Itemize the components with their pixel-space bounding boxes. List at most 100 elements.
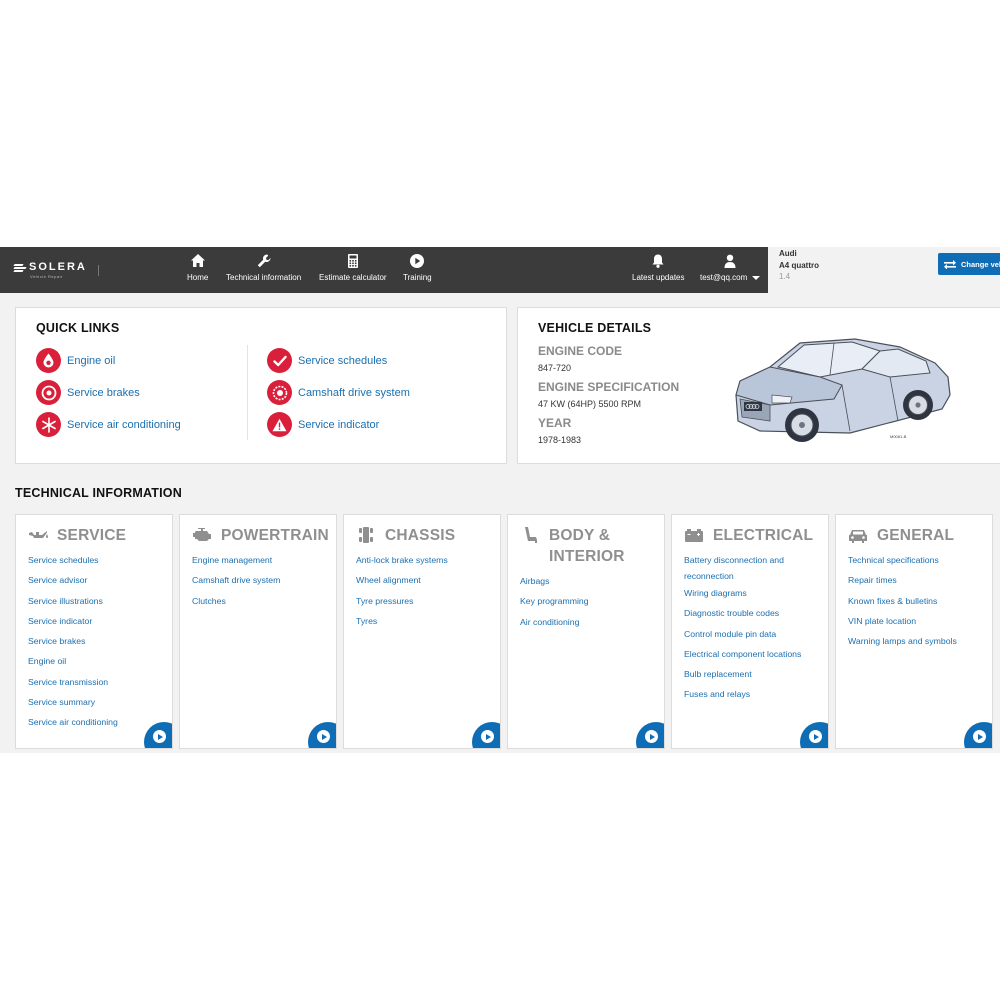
link-air-conditioning[interactable]: Air conditioning xyxy=(520,617,589,627)
change-vehicle-label: Change vel xyxy=(961,259,1000,269)
quick-link-service-brakes[interactable]: Service brakes xyxy=(36,380,140,405)
play-video-button[interactable] xyxy=(800,722,828,748)
latest-updates-button[interactable]: Latest updates xyxy=(632,253,684,282)
year-label: YEAR xyxy=(538,416,572,430)
link-service-advisor[interactable]: Service advisor xyxy=(28,575,118,585)
quick-link-service-air-conditioning[interactable]: Service air conditioning xyxy=(36,412,181,437)
year-value: 1978-1983 xyxy=(538,435,582,445)
link-wheel-alignment[interactable]: Wheel alignment xyxy=(356,575,448,585)
category-card-electrical: ELECTRICAL Battery disconnection and rec… xyxy=(671,514,829,749)
link-fuses-and-relays[interactable]: Fuses and relays xyxy=(684,689,814,699)
link-service-schedules[interactable]: Service schedules xyxy=(28,555,118,565)
technical-information-title: TECHNICAL INFORMATION xyxy=(15,486,182,500)
link-clutches[interactable]: Clutches xyxy=(192,596,280,606)
category-card-chassis: CHASSIS Anti-lock brake systems Wheel al… xyxy=(343,514,501,749)
vehicle-make: Audi xyxy=(779,249,797,258)
link-service-air-conditioning[interactable]: Service air conditioning xyxy=(28,717,118,727)
quick-links-title: QUICK LINKS xyxy=(36,321,120,335)
link-technical-specifications[interactable]: Technical specifications xyxy=(848,555,957,565)
vehicle-details-title: VEHICLE DETAILS xyxy=(538,321,652,335)
link-service-indicator[interactable]: Service indicator xyxy=(28,616,118,626)
bell-icon xyxy=(652,254,664,268)
nav-technical-information-label: Technical information xyxy=(226,273,302,282)
link-service-illustrations[interactable]: Service illustrations xyxy=(28,596,118,606)
link-airbags[interactable]: Airbags xyxy=(520,576,589,586)
link-vin-plate-location[interactable]: VIN plate location xyxy=(848,616,957,626)
nav-training[interactable]: Training xyxy=(403,253,432,282)
nav-home[interactable]: Home xyxy=(187,253,208,282)
link-tyre-pressures[interactable]: Tyre pressures xyxy=(356,596,448,606)
quick-link-camshaft-drive-system[interactable]: Camshaft drive system xyxy=(267,380,410,405)
play-icon xyxy=(410,254,425,268)
category-card-powertrain: POWERTRAIN Engine management Camshaft dr… xyxy=(179,514,337,749)
link-service-transmission[interactable]: Service transmission xyxy=(28,677,118,687)
category-title: POWERTRAIN xyxy=(221,527,329,544)
nav-estimate-calculator[interactable]: Estimate calculator xyxy=(319,253,387,282)
play-icon xyxy=(973,730,986,743)
link-camshaft-drive-system[interactable]: Camshaft drive system xyxy=(192,575,280,585)
category-title: BODY & INTERIOR xyxy=(549,527,625,565)
engine-code-label: ENGINE CODE xyxy=(538,344,623,358)
link-engine-management[interactable]: Engine management xyxy=(192,555,280,565)
vehicle-engine: 1.4 xyxy=(779,272,791,281)
link-repair-times[interactable]: Repair times xyxy=(848,575,957,585)
link-battery-disconnection[interactable]: Battery disconnection and reconnection xyxy=(684,552,814,584)
quick-link-label: Service indicator xyxy=(298,418,380,431)
link-known-fixes-bulletins[interactable]: Known fixes & bulletins xyxy=(848,596,957,606)
battery-icon xyxy=(685,529,703,542)
engine-code-value: 847-720 xyxy=(538,363,572,373)
category-title: GENERAL xyxy=(877,527,955,544)
play-icon xyxy=(317,730,330,743)
link-tyres[interactable]: Tyres xyxy=(356,616,448,626)
nav-estimate-calculator-label: Estimate calculator xyxy=(319,273,387,282)
quick-link-label: Engine oil xyxy=(67,354,116,367)
link-key-programming[interactable]: Key programming xyxy=(520,596,589,606)
quick-link-service-indicator[interactable]: Service indicator xyxy=(267,412,379,437)
link-diagnostic-trouble-codes[interactable]: Diagnostic trouble codes xyxy=(684,608,814,618)
engine-spec-label: ENGINE SPECIFICATION xyxy=(538,380,680,394)
nav-home-label: Home xyxy=(187,273,209,282)
nav-technical-information[interactable]: Technical information xyxy=(226,253,301,282)
brand-subtitle: Vehicle Repair xyxy=(30,274,63,279)
latest-updates-label: Latest updates xyxy=(632,273,685,282)
vehicle-model: A4 quattro xyxy=(779,261,819,270)
link-control-module-pin-data[interactable]: Control module pin data xyxy=(684,629,814,639)
link-warning-lamps-symbols[interactable]: Warning lamps and symbols xyxy=(848,636,957,646)
seat-icon xyxy=(525,527,537,543)
quick-link-service-schedules[interactable]: Service schedules xyxy=(267,348,387,373)
snowflake-icon xyxy=(36,412,61,437)
solera-logo-icon xyxy=(13,263,27,273)
user-email: test@qq.com xyxy=(700,273,748,282)
play-video-button[interactable] xyxy=(144,722,172,748)
wrench-icon xyxy=(257,254,271,268)
brand-name: SOLERA xyxy=(29,261,87,273)
play-icon xyxy=(645,730,658,743)
play-video-button[interactable] xyxy=(964,722,992,748)
checkmark-icon xyxy=(267,348,292,373)
link-service-summary[interactable]: Service summary xyxy=(28,697,118,707)
quick-links-divider xyxy=(247,345,248,440)
chevron-down-icon xyxy=(752,275,761,280)
link-wiring-diagrams[interactable]: Wiring diagrams xyxy=(684,588,814,598)
play-video-button[interactable] xyxy=(472,722,500,748)
quick-link-engine-oil[interactable]: Engine oil xyxy=(36,348,115,373)
link-electrical-component-locations[interactable]: Electrical component locations xyxy=(684,649,814,659)
change-vehicle-button[interactable]: Change vel xyxy=(938,253,1000,275)
category-card-service: SERVICE Service schedules Service adviso… xyxy=(15,514,173,749)
category-card-body-interior: BODY & INTERIOR Airbags Key programming A… xyxy=(507,514,665,749)
brake-disc-icon xyxy=(36,380,61,405)
engine-spec-value: 47 KW (64HP) 5500 RPM xyxy=(538,399,642,409)
play-video-button[interactable] xyxy=(308,722,336,748)
logo-divider xyxy=(98,265,99,276)
quick-link-label: Service schedules xyxy=(298,354,388,367)
link-bulb-replacement[interactable]: Bulb replacement xyxy=(684,669,814,679)
link-anti-lock-brake-systems[interactable]: Anti-lock brake systems xyxy=(356,555,448,565)
quick-link-label: Service air conditioning xyxy=(67,418,181,431)
play-icon xyxy=(153,730,166,743)
oil-drop-icon xyxy=(36,348,61,373)
play-video-button[interactable] xyxy=(636,722,664,748)
link-service-brakes[interactable]: Service brakes xyxy=(28,636,118,646)
link-engine-oil[interactable]: Engine oil xyxy=(28,656,118,666)
user-menu[interactable]: test@qq.com xyxy=(700,253,761,282)
solera-logo[interactable]: SOLERA Vehicle Repair xyxy=(13,261,87,279)
